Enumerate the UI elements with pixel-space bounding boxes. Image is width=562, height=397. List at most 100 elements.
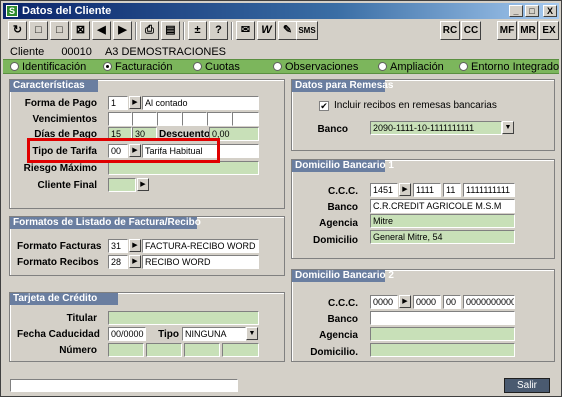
word-button[interactable]: W: [257, 21, 276, 40]
vencimiento-3[interactable]: [157, 112, 182, 126]
next-icon: ▶: [118, 24, 127, 36]
numero-part-4[interactable]: [222, 343, 259, 357]
prev-button[interactable]: ◀: [92, 21, 111, 40]
arrow-right-icon: ▶: [132, 99, 138, 106]
client-code: 00010: [61, 46, 92, 58]
riesgo-maximo-field[interactable]: [108, 161, 259, 175]
incluir-remesas-checkbox[interactable]: ✔: [319, 101, 329, 111]
mf-button[interactable]: MF: [497, 21, 517, 40]
toolbar-separator: [135, 22, 137, 40]
ccc-1-lookup-button[interactable]: ▶: [399, 183, 411, 196]
arrow-right-icon: ▶: [140, 181, 146, 188]
help-button[interactable]: ?: [209, 21, 228, 40]
fecha-caducidad-field[interactable]: 00/0000: [108, 327, 146, 341]
forma-pago-label: Forma de Pago: [24, 98, 97, 109]
minimize-button[interactable]: _: [509, 5, 523, 17]
ccc-1-office[interactable]: 1111: [413, 183, 441, 197]
salir-button[interactable]: Salir: [504, 378, 550, 393]
ccc-2-entity[interactable]: 0000: [370, 295, 398, 309]
formato-facturas-desc: FACTURA-RECIBO WORD: [142, 239, 259, 253]
domicilio-1-agencia-field[interactable]: Mitre: [370, 214, 515, 228]
cliente-final-label: Cliente Final: [37, 180, 97, 191]
toolbar: ↻ □ □ ⊠ ◀ ▶ ⎙ ▤ ± ? ✉ W ✎ SMS RC CC MF M…: [3, 20, 559, 42]
vencimiento-5[interactable]: [207, 112, 232, 126]
tab-identificacion[interactable]: Identificación: [10, 60, 86, 75]
notepad-button[interactable]: ✎: [278, 21, 297, 40]
radio-icon: [193, 62, 202, 71]
formatos-header: Formatos de Listado de Factura/Recibo: [10, 217, 201, 229]
cliente-final-field[interactable]: [108, 178, 136, 192]
domicilio-2-domicilio-field[interactable]: [370, 343, 515, 357]
radio-icon: [378, 62, 387, 71]
domicilio-1-banco-field[interactable]: C.R.CREDIT AGRICOLE M.S.M: [370, 199, 515, 213]
formato-facturas-code[interactable]: 31: [108, 239, 128, 253]
remesas-banco-dropdown-button[interactable]: ▼: [502, 121, 514, 134]
tab-ampliacion[interactable]: Ampliación: [378, 60, 444, 75]
domicilio-2-banco-field[interactable]: [370, 311, 515, 325]
ccc-1-entity[interactable]: 1451: [370, 183, 398, 197]
cliente-final-lookup-button[interactable]: ▶: [137, 178, 149, 191]
plus-minus-button[interactable]: ±: [188, 21, 207, 40]
toolbar-separator: [231, 22, 233, 40]
domicilio-2-agencia-field[interactable]: [370, 327, 515, 341]
ccc-2-account[interactable]: 0000000000: [463, 295, 515, 309]
sms-button[interactable]: SMS: [296, 21, 318, 40]
ccc-2-lookup-button[interactable]: ▶: [399, 295, 411, 308]
arrow-right-icon: ▶: [402, 298, 408, 305]
vencimiento-6[interactable]: [232, 112, 259, 126]
ex-button[interactable]: EX: [539, 21, 559, 40]
domicilio-1-agencia-label: Agencia: [319, 218, 358, 229]
remesas-banco-select[interactable]: 2090-1111-10-1111111111: [370, 121, 502, 135]
print-button[interactable]: ⎙: [140, 21, 159, 40]
list-icon: ▤: [165, 24, 176, 36]
domicilio-1-domicilio-field[interactable]: General Mitre, 54: [370, 230, 515, 244]
mail-button[interactable]: ✉: [236, 21, 255, 40]
forma-pago-desc: Al contado: [142, 96, 259, 110]
client-name: A3 DEMOSTRACIONES: [104, 46, 226, 58]
window-title: Datos del Cliente: [22, 5, 112, 17]
toolbar-separator: [183, 22, 185, 40]
ccc-2-office[interactable]: 0000: [413, 295, 441, 309]
domicilio-bancario-1-header: Domicilio Bancario 1: [292, 160, 394, 172]
vencimientos-label: Vencimientos: [32, 114, 97, 125]
word-icon: W: [261, 24, 272, 36]
formato-recibos-desc: RECIBO WORD: [142, 255, 259, 269]
next-button[interactable]: ▶: [113, 21, 132, 40]
formato-facturas-label: Formato Facturas: [17, 241, 102, 252]
ccc-1-account[interactable]: 1111111111: [463, 183, 515, 197]
tab-entorno-integrado[interactable]: Entorno Integrado: [459, 60, 559, 75]
formato-recibos-code[interactable]: 28: [108, 255, 128, 269]
cc-button[interactable]: CC: [461, 21, 481, 40]
forma-pago-lookup-button[interactable]: ▶: [129, 96, 141, 109]
numero-part-3[interactable]: [184, 343, 220, 357]
tipo-tarjeta-select[interactable]: NINGUNA: [182, 327, 246, 341]
new-button[interactable]: □: [29, 21, 48, 40]
forma-pago-code[interactable]: 1: [108, 96, 128, 110]
tab-cuotas[interactable]: Cuotas: [193, 60, 240, 75]
vencimiento-1[interactable]: [108, 112, 132, 126]
list-button[interactable]: ▤: [161, 21, 180, 40]
tipo-tarjeta-dropdown-button[interactable]: ▼: [246, 327, 258, 340]
formato-recibos-label: Formato Recibos: [17, 257, 99, 268]
refresh-button[interactable]: ↻: [8, 21, 27, 40]
notepad-icon: ✎: [282, 24, 293, 36]
formato-recibos-lookup-button[interactable]: ▶: [129, 255, 141, 268]
close-button[interactable]: X: [543, 5, 557, 17]
tab-observaciones[interactable]: Observaciones: [273, 60, 358, 75]
blank-button[interactable]: □: [50, 21, 69, 40]
ccc-2-dc[interactable]: 00: [443, 295, 461, 309]
domicilio-bancario-2-header: Domicilio Bancario 2: [292, 270, 394, 282]
vencimiento-2[interactable]: [132, 112, 157, 126]
numero-part-2[interactable]: [146, 343, 182, 357]
titular-field[interactable]: [108, 311, 259, 325]
maximize-button[interactable]: □: [525, 5, 539, 17]
delete-button[interactable]: ⊠: [71, 21, 90, 40]
mail-icon: ✉: [240, 24, 251, 36]
formato-facturas-lookup-button[interactable]: ▶: [129, 239, 141, 252]
ccc-1-dc[interactable]: 11: [443, 183, 461, 197]
vencimiento-4[interactable]: [182, 112, 207, 126]
mr-button[interactable]: MR: [518, 21, 538, 40]
rc-button[interactable]: RC: [440, 21, 460, 40]
tab-facturacion[interactable]: Facturación: [103, 60, 172, 75]
numero-part-1[interactable]: [108, 343, 144, 357]
